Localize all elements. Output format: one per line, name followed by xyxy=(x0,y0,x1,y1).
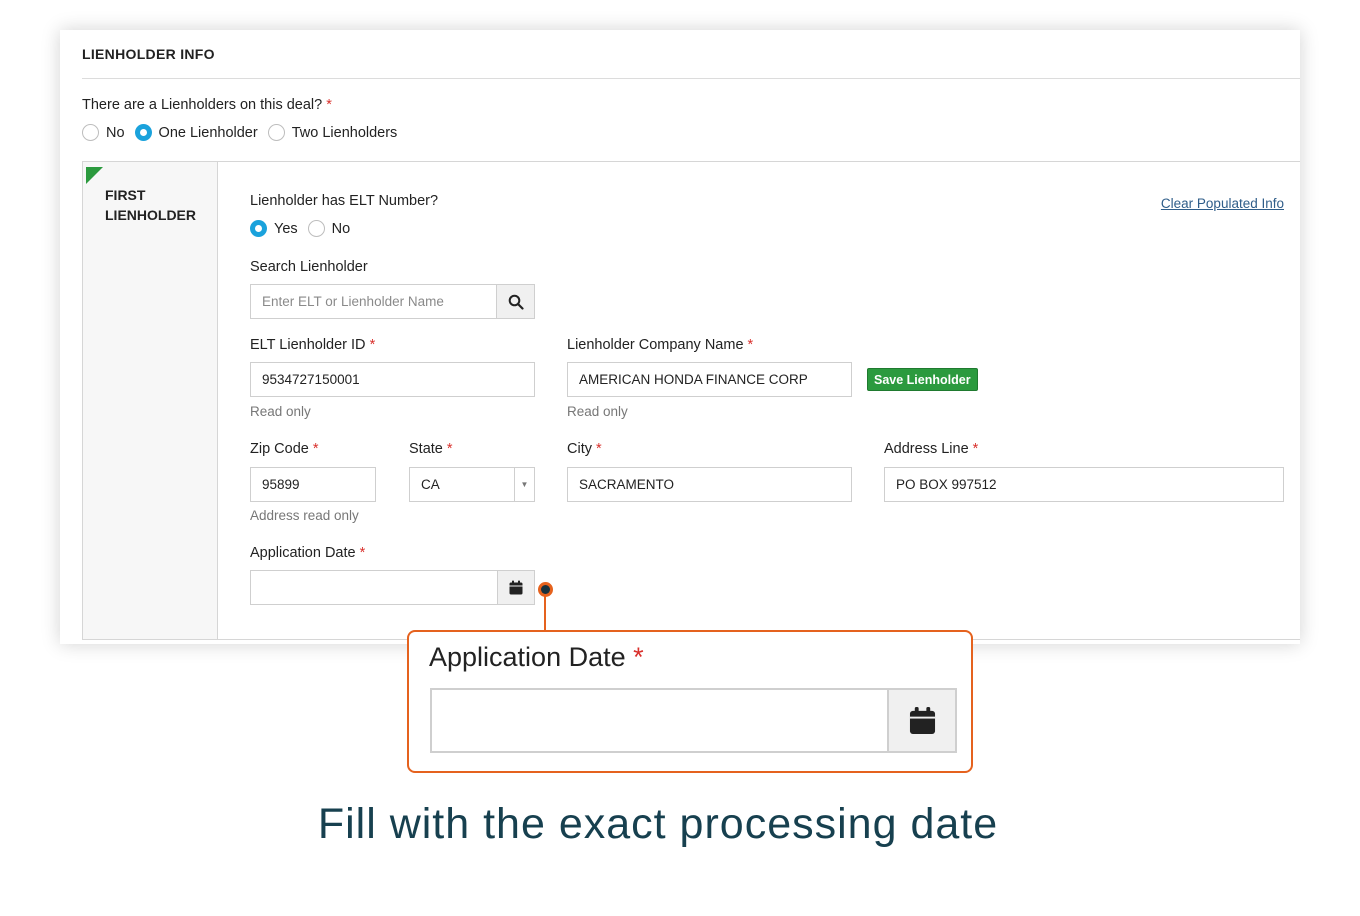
callout-pin xyxy=(538,582,553,597)
state-label: State * xyxy=(409,441,453,457)
zip-label: Zip Code * xyxy=(250,441,319,457)
lienholder-count-radio-group: No One Lienholder Two Lienholders xyxy=(82,124,407,141)
required-mark: * xyxy=(369,337,376,353)
radio-no-lienholder[interactable]: No xyxy=(82,124,125,141)
instruction-caption: Fill with the exact processing date xyxy=(317,800,999,848)
search-button[interactable] xyxy=(496,284,535,319)
zip-field[interactable]: 95899 xyxy=(250,467,376,502)
radio-circle[interactable] xyxy=(82,124,99,141)
address-help: Address read only xyxy=(250,508,359,523)
radio-circle-selected[interactable] xyxy=(250,220,267,237)
radio-two-lienholders[interactable]: Two Lienholders xyxy=(267,124,398,141)
application-date-label: Application Date * xyxy=(250,545,365,561)
search-lienholder-label: Search Lienholder xyxy=(250,259,368,275)
required-mark: * xyxy=(326,97,332,113)
radio-circle-selected[interactable] xyxy=(134,124,152,141)
elt-id-field[interactable]: 9534727150001 xyxy=(250,362,535,397)
label-text: State xyxy=(409,441,443,457)
required-mark: * xyxy=(972,441,979,457)
address-label: Address Line * xyxy=(884,441,978,457)
radio-one-lienholder[interactable]: One Lienholder xyxy=(134,124,258,141)
title-line-2: LIENHOLDER xyxy=(105,207,196,223)
calendar-icon xyxy=(909,707,935,734)
field-value: 9534727150001 xyxy=(262,372,360,387)
company-name-help: Read only xyxy=(567,404,628,419)
title-line-1: FIRST xyxy=(105,187,146,203)
search-icon xyxy=(508,294,524,310)
radio-label: Two Lienholders xyxy=(291,124,398,141)
state-select[interactable]: CA ▼ xyxy=(409,467,535,502)
radio-label: No xyxy=(331,220,351,237)
search-lienholder-input[interactable]: Enter ELT or Lienholder Name xyxy=(250,284,535,319)
label-text: Application Date xyxy=(250,545,356,561)
green-corner-marker xyxy=(86,167,103,184)
callout-calendar-button[interactable] xyxy=(887,688,957,753)
field-value: CA xyxy=(421,477,440,492)
city-field[interactable]: SACRAMENTO xyxy=(567,467,852,502)
clear-populated-info-link[interactable]: Clear Populated Info xyxy=(1161,196,1284,211)
lienholder-card: LIENHOLDER INFO There are a Lienholders … xyxy=(60,30,1300,644)
label-text: Lienholder Company Name xyxy=(567,337,744,353)
address-field[interactable]: PO BOX 997512 xyxy=(884,467,1284,502)
elt-radio-group: Yes No xyxy=(250,220,360,237)
application-date-input[interactable] xyxy=(250,570,535,605)
elt-id-help: Read only xyxy=(250,404,311,419)
calendar-icon xyxy=(509,580,523,595)
radio-label: No xyxy=(106,124,125,141)
company-name-label: Lienholder Company Name * xyxy=(567,337,753,353)
required-mark: * xyxy=(312,441,319,457)
required-mark: * xyxy=(633,642,644,672)
section-title: LIENHOLDER INFO xyxy=(82,46,215,62)
elt-question-label: Lienholder has ELT Number? xyxy=(250,193,439,209)
first-lienholder-title: FIRST LIENHOLDER xyxy=(105,185,196,225)
label-text: Address Line xyxy=(884,441,969,457)
required-mark: * xyxy=(446,441,453,457)
search-placeholder: Enter ELT or Lienholder Name xyxy=(262,294,444,309)
callout-date-input[interactable] xyxy=(430,688,957,753)
first-lienholder-panel: FIRST LIENHOLDER Clear Populated Info Li… xyxy=(82,161,1300,640)
city-label: City * xyxy=(567,441,602,457)
application-date-callout: Application Date * xyxy=(407,630,973,773)
label-text: City xyxy=(567,441,592,457)
field-value: 95899 xyxy=(262,477,300,492)
required-mark: * xyxy=(747,337,754,353)
label-text: Application Date xyxy=(429,642,626,672)
radio-label: One Lienholder xyxy=(158,124,258,141)
label-text: ELT Lienholder ID xyxy=(250,337,366,353)
field-value: SACRAMENTO xyxy=(579,477,675,492)
radio-label: Yes xyxy=(274,220,298,237)
radio-elt-no[interactable]: No xyxy=(307,220,351,237)
radio-elt-yes[interactable]: Yes xyxy=(250,220,298,237)
field-value: AMERICAN HONDA FINANCE CORP xyxy=(579,372,808,387)
radio-circle[interactable] xyxy=(307,220,325,237)
company-name-field[interactable]: AMERICAN HONDA FINANCE CORP xyxy=(567,362,852,397)
lienholder-question-label: There are a Lienholders on this deal? xyxy=(82,97,323,113)
label-text: Zip Code xyxy=(250,441,309,457)
required-mark: * xyxy=(596,441,602,457)
chevron-down-icon[interactable]: ▼ xyxy=(514,468,534,501)
first-lienholder-sidebar: FIRST LIENHOLDER xyxy=(83,162,218,639)
calendar-button[interactable] xyxy=(497,570,535,605)
callout-label: Application Date * xyxy=(429,642,644,673)
save-lienholder-button[interactable]: Save Lienholder xyxy=(867,368,978,391)
title-divider xyxy=(82,78,1300,79)
lienholder-question: There are a Lienholders on this deal? * xyxy=(82,97,332,113)
elt-id-label: ELT Lienholder ID * xyxy=(250,337,375,353)
callout-connector-line xyxy=(544,596,546,631)
field-value: PO BOX 997512 xyxy=(896,477,997,492)
required-mark: * xyxy=(359,545,366,561)
radio-circle[interactable] xyxy=(267,124,285,141)
